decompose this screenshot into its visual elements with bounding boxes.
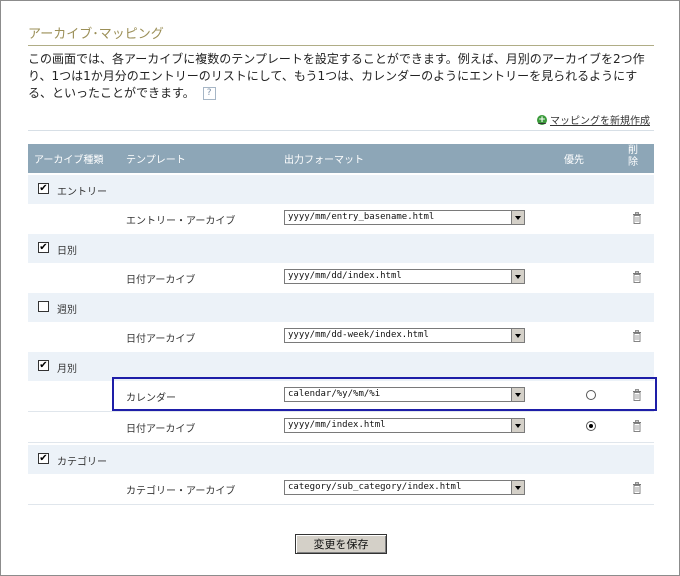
group-row-category: ✔ カテゴリー bbox=[28, 445, 654, 474]
output-format-select[interactable]: calendar/%y/%m/%i bbox=[284, 387, 525, 402]
group-label: 日別 bbox=[57, 246, 77, 257]
trash-icon[interactable] bbox=[632, 420, 642, 432]
template-name: 日付アーカイブ bbox=[126, 275, 196, 286]
dropdown-arrow-icon[interactable] bbox=[511, 211, 524, 224]
output-format-select[interactable]: yyyy/mm/dd-week/index.html bbox=[284, 328, 525, 343]
preferred-radio[interactable] bbox=[586, 421, 596, 431]
group-label: エントリー bbox=[57, 187, 107, 198]
dropdown-arrow-icon[interactable] bbox=[511, 329, 524, 342]
checkbox-entry[interactable]: ✔ bbox=[38, 183, 49, 194]
mapping-row: 日付アーカイブ yyyy/mm/index.html bbox=[28, 412, 654, 443]
output-format-select[interactable]: yyyy/mm/dd/index.html bbox=[284, 269, 525, 284]
col-template: テンプレート bbox=[126, 155, 186, 166]
plus-circle-icon: + bbox=[537, 114, 547, 125]
template-name: 日付アーカイブ bbox=[126, 424, 196, 435]
dropdown-arrow-icon[interactable] bbox=[511, 419, 524, 432]
group-row-entry: ✔ エントリー bbox=[28, 175, 654, 204]
template-name: 日付アーカイブ bbox=[126, 334, 196, 345]
group-label: 週別 bbox=[57, 305, 77, 316]
group-row-weekly: 週別 bbox=[28, 293, 654, 322]
divider bbox=[28, 130, 654, 131]
output-format-select[interactable]: category/sub_category/index.html bbox=[284, 480, 525, 495]
save-changes-button[interactable]: 変更を保存 bbox=[295, 534, 387, 554]
dropdown-arrow-icon[interactable] bbox=[511, 388, 524, 401]
template-name: カテゴリー・アーカイブ bbox=[126, 486, 236, 497]
section-title: アーカイブ･マッピング bbox=[28, 23, 654, 46]
group-row-monthly: ✔ 月別 bbox=[28, 352, 654, 381]
help-icon[interactable]: ? bbox=[202, 87, 216, 100]
table-header: アーカイブ種類 テンプレート 出力フォーマット 優先 削 除 bbox=[28, 144, 654, 173]
output-format-select[interactable]: yyyy/mm/index.html bbox=[284, 418, 525, 433]
mapping-row: 日付アーカイブ yyyy/mm/dd/index.html bbox=[28, 263, 654, 294]
checkbox-daily[interactable]: ✔ bbox=[38, 242, 49, 253]
description: この画面では、各アーカイブに複数のテンプレートを設定することができます。例えば、… bbox=[28, 51, 656, 102]
trash-icon[interactable] bbox=[632, 389, 642, 401]
group-label: 月別 bbox=[57, 364, 77, 375]
checkbox-monthly[interactable]: ✔ bbox=[38, 360, 49, 371]
col-preferred: 優先 bbox=[564, 155, 584, 166]
mapping-row: カテゴリー・アーカイブ category/sub_category/index.… bbox=[28, 474, 654, 505]
group-row-daily: ✔ 日別 bbox=[28, 234, 654, 263]
output-format-select[interactable]: yyyy/mm/entry_basename.html bbox=[284, 210, 525, 225]
dropdown-arrow-icon[interactable] bbox=[511, 270, 524, 283]
template-name: エントリー・アーカイブ bbox=[126, 216, 236, 227]
template-name: カレンダー bbox=[126, 393, 176, 404]
col-delete: 削 除 bbox=[628, 145, 638, 168]
archive-mapping-panel: アーカイブ･マッピング この画面では、各アーカイブに複数のテンプレートを設定する… bbox=[0, 0, 680, 576]
trash-icon[interactable] bbox=[632, 482, 642, 494]
trash-icon[interactable] bbox=[632, 330, 642, 342]
checkbox-category[interactable]: ✔ bbox=[38, 453, 49, 464]
dropdown-arrow-icon[interactable] bbox=[511, 481, 524, 494]
group-label: カテゴリー bbox=[57, 457, 107, 468]
trash-icon[interactable] bbox=[632, 271, 642, 283]
checkbox-weekly[interactable] bbox=[38, 301, 49, 312]
trash-icon[interactable] bbox=[632, 212, 642, 224]
description-text: この画面では、各アーカイブに複数のテンプレートを設定することができます。例えば、… bbox=[28, 52, 645, 100]
col-output-format: 出力フォーマット bbox=[284, 155, 364, 166]
mapping-row: 日付アーカイブ yyyy/mm/dd-week/index.html bbox=[28, 322, 654, 353]
mapping-row-calendar: カレンダー calendar/%y/%m/%i bbox=[28, 381, 654, 412]
col-archive-type: アーカイブ種類 bbox=[34, 155, 104, 166]
new-mapping-label: マッピングを新規作成 bbox=[550, 116, 650, 127]
preferred-radio[interactable] bbox=[586, 390, 596, 400]
mapping-row: エントリー・アーカイブ yyyy/mm/entry_basename.html bbox=[28, 204, 654, 235]
new-mapping-link[interactable]: + マッピングを新規作成 bbox=[537, 112, 650, 127]
